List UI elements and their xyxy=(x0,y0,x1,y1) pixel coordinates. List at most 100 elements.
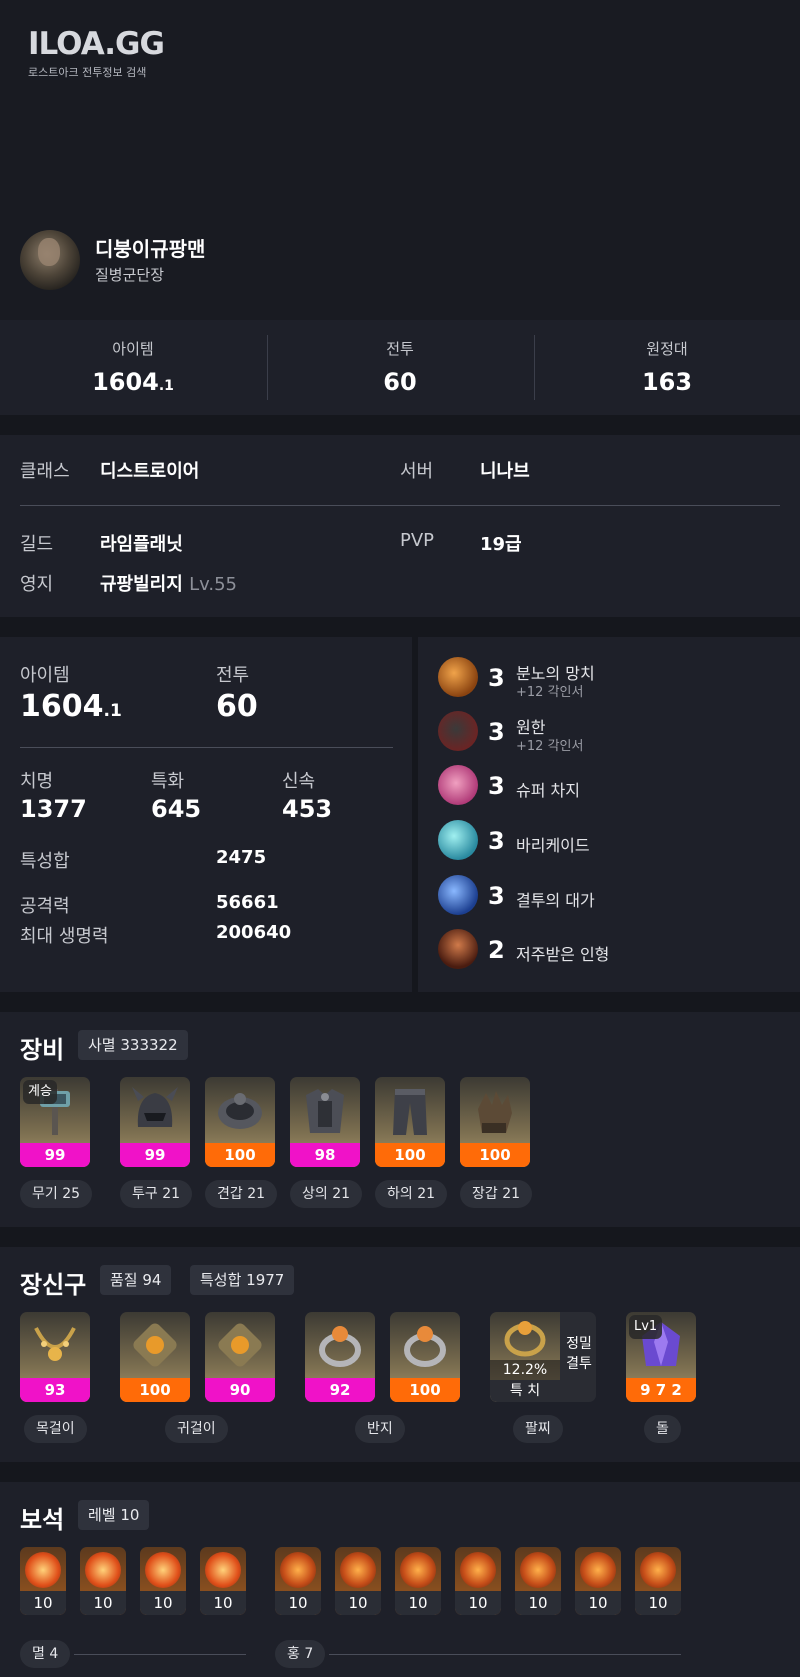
gems-title: 보석 xyxy=(20,1506,65,1534)
necklace-icon xyxy=(34,1327,76,1361)
divider xyxy=(20,747,393,748)
stat-hp-label: 최대 생명력 xyxy=(20,926,109,947)
engraving-row[interactable]: 3 슈퍼 차지 xyxy=(438,765,798,807)
engraving-row[interactable]: 3 원한 +12 각인서 xyxy=(438,711,798,754)
summary-combat-value: 60 xyxy=(383,368,417,396)
earring-icon xyxy=(133,1323,177,1367)
stat-item-label: 아이템 xyxy=(20,665,70,686)
grudge-engraving-icon xyxy=(438,711,478,751)
class-value: 디스트로이어 xyxy=(100,461,200,482)
quality-bar: 93 xyxy=(20,1378,90,1402)
engravings-panel: 3 분노의 망치 +12 각인서 3 원한 +12 각인서 3 슈퍼 차지 3 … xyxy=(418,637,800,992)
barricade-engraving-icon xyxy=(438,820,478,860)
gem-slot-annihilation[interactable]: 10 xyxy=(140,1547,186,1615)
accessory-slot-earring[interactable]: 90 xyxy=(205,1312,275,1402)
gem-slot-crimson[interactable]: 10 xyxy=(335,1547,381,1615)
accessory-label: 목걸이 xyxy=(24,1415,87,1443)
gem-level: 10 xyxy=(455,1591,501,1615)
gem-slot-annihilation[interactable]: 10 xyxy=(20,1547,66,1615)
engraving-book: +12 각인서 xyxy=(516,685,584,700)
gem-group-label: 홍 7 xyxy=(275,1640,326,1668)
accessory-slot-ring[interactable]: 92 xyxy=(305,1312,375,1402)
gem-slot-crimson[interactable]: 10 xyxy=(455,1547,501,1615)
gem-level: 10 xyxy=(80,1591,126,1615)
crimson-gem-icon xyxy=(640,1552,676,1588)
profile-header: ILOA.GG 로스트아크 전투정보 검색 디붕이규팡맨 질병군단장 xyxy=(0,0,800,320)
duel-master-engraving-icon xyxy=(438,875,478,915)
equipment-section: 장비 사멸 333322 계승 99 99 100 98 100 100 무기 … xyxy=(0,1012,800,1227)
quality-bar: 92 xyxy=(305,1378,375,1402)
stat-hp-value: 200640 xyxy=(216,922,292,943)
gem-slot-annihilation[interactable]: 10 xyxy=(200,1547,246,1615)
gem-level: 10 xyxy=(140,1591,186,1615)
gem-level: 10 xyxy=(575,1591,621,1615)
gem-slot-crimson[interactable]: 10 xyxy=(635,1547,681,1615)
engraving-name: 바리케이드 xyxy=(516,836,590,855)
equipment-slot-pants[interactable]: 100 xyxy=(375,1077,445,1167)
hammer-engraving-icon xyxy=(438,657,478,697)
character-avatar xyxy=(20,230,80,290)
character-info: 클래스 디스트로이어 서버 니나브 길드 라임플래닛 PVP 19급 영지 규팡… xyxy=(0,435,800,617)
engraving-level: 2 xyxy=(488,936,505,964)
gem-level: 10 xyxy=(395,1591,441,1615)
character-name: 디붕이규팡맨 xyxy=(95,237,206,261)
engraving-level: 3 xyxy=(488,827,505,855)
estate-level: Lv.55 xyxy=(189,574,238,595)
divider xyxy=(74,1654,246,1655)
gem-slot-crimson[interactable]: 10 xyxy=(515,1547,561,1615)
stats-panel: 아이템 1604.1 전투 60 치명 1377 특화 645 신속 453 특… xyxy=(0,637,412,992)
stat-combat-label: 전투 xyxy=(216,665,250,686)
gem-level: 10 xyxy=(515,1591,561,1615)
equipment-label: 투구 21 xyxy=(120,1180,193,1208)
equipment-slot-gloves[interactable]: 100 xyxy=(460,1077,530,1167)
gem-slot-crimson[interactable]: 10 xyxy=(275,1547,321,1615)
engraving-row[interactable]: 3 바리케이드 xyxy=(438,820,798,862)
equipment-slot-helmet[interactable]: 99 xyxy=(120,1077,190,1167)
accessories-section: 장신구 품질 94 특성합 1977 93 100 90 92 100 12.2… xyxy=(0,1247,800,1462)
accessory-label: 팔찌 xyxy=(513,1415,563,1443)
gem-level: 10 xyxy=(20,1591,66,1615)
engraving-row[interactable]: 3 결투의 대가 xyxy=(438,875,798,917)
gloves-icon xyxy=(478,1091,512,1133)
gem-slot-annihilation[interactable]: 10 xyxy=(80,1547,126,1615)
gem-slot-crimson[interactable]: 10 xyxy=(395,1547,441,1615)
gem-level: 10 xyxy=(200,1591,246,1615)
equipment-title: 장비 xyxy=(20,1036,65,1064)
stat-total-label: 특성합 xyxy=(20,851,70,872)
site-logo[interactable]: ILOA.GG xyxy=(28,26,165,62)
divider xyxy=(20,505,780,506)
guild-value[interactable]: 라임플래닛 xyxy=(100,530,183,556)
bracelet-effect: 정밀 xyxy=(566,1336,592,1352)
shoulder-icon xyxy=(218,1093,262,1129)
engraving-row[interactable]: 2 저주받은 인형 xyxy=(438,929,798,971)
equipment-label: 상의 21 xyxy=(290,1180,363,1208)
gems-section: 보석 레벨 10 10 10 10 10 10 10 10 10 10 10 1… xyxy=(0,1482,800,1677)
character-title: 질병군단장 xyxy=(95,266,165,284)
pants-icon xyxy=(393,1089,427,1135)
engraving-level: 3 xyxy=(488,772,505,800)
earring-icon xyxy=(218,1323,262,1367)
stat-spec-label: 특화 xyxy=(151,771,185,792)
ring-icon xyxy=(319,1326,361,1367)
equipment-label: 견갑 21 xyxy=(205,1180,278,1208)
accessory-label: 반지 xyxy=(355,1415,405,1443)
gem-slot-crimson[interactable]: 10 xyxy=(575,1547,621,1615)
bracelet-effect: 결투 xyxy=(566,1356,592,1372)
crimson-gem-icon xyxy=(340,1552,376,1588)
accessory-slot-earring[interactable]: 100 xyxy=(120,1312,190,1402)
summary-bar: 아이템 1604.1 전투 60 원정대 163 xyxy=(0,320,800,415)
equipment-slot-chest[interactable]: 98 xyxy=(290,1077,360,1167)
accessory-slot-ring[interactable]: 100 xyxy=(390,1312,460,1402)
equipment-label: 장갑 21 xyxy=(460,1180,533,1208)
engraving-row[interactable]: 3 분노의 망치 +12 각인서 xyxy=(438,657,798,700)
stat-swift-label: 신속 xyxy=(282,771,316,792)
accessory-slot-necklace[interactable]: 93 xyxy=(20,1312,90,1402)
engraving-name: 결투의 대가 xyxy=(516,891,595,910)
equipment-label: 하의 21 xyxy=(375,1180,448,1208)
equipment-slot-shoulder[interactable]: 100 xyxy=(205,1077,275,1167)
accessory-slot-bracelet[interactable]: 12.2% 특 치 정밀 결투 xyxy=(490,1312,596,1402)
crimson-gem-icon xyxy=(580,1552,616,1588)
ability-stone-slot[interactable]: Lv1 9 7 2 xyxy=(626,1312,696,1402)
equipment-label: 무기 25 xyxy=(20,1180,93,1208)
equipment-slot-weapon[interactable]: 계승 99 xyxy=(20,1077,90,1167)
